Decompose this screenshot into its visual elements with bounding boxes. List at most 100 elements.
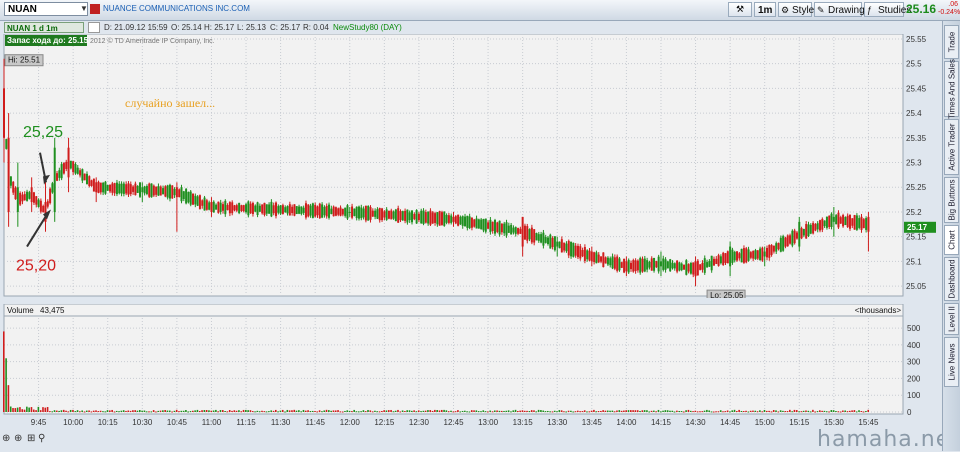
candle-body: [284, 207, 287, 213]
volume-bar: [655, 411, 657, 413]
candle-body: [120, 183, 123, 194]
candle-body: [595, 252, 598, 264]
volume-bar: [484, 411, 487, 413]
volume-bar: [323, 410, 326, 412]
volume-bar: [295, 410, 298, 412]
candle: [786, 234, 789, 247]
candle-body: [424, 212, 427, 223]
volume-bar: [742, 411, 745, 413]
y-tick-label: 25.3: [906, 159, 922, 168]
sidebar-tab-level-ii[interactable]: Level II: [944, 303, 959, 335]
candle-body: [224, 200, 227, 215]
volume-bar: [434, 409, 436, 412]
candle-body: [136, 186, 139, 193]
candle-body: [858, 218, 861, 228]
candle-body: [800, 228, 803, 239]
volume-bar: [477, 411, 480, 413]
volume-bar: [507, 410, 510, 412]
volume-bar: [738, 409, 740, 412]
sidebar-tab-active-trader[interactable]: Active Trader: [944, 119, 959, 175]
price-chart[interactable]: 25.55 25.5 25.45 25.4 25.35 25.3 25.25 25.2 25.1…: [0, 34, 942, 298]
candle-body: [653, 257, 656, 271]
price-change: .06 -0.24%: [938, 1, 960, 17]
sidebar-tab-times-and-sales[interactable]: Times And Sales: [944, 59, 959, 119]
zoom-fit-icon[interactable]: ⊞: [27, 433, 35, 444]
candle-body: [390, 210, 393, 220]
volume-bar: [740, 410, 743, 412]
symbol-dropdown-icon[interactable]: ▼: [80, 4, 88, 14]
volume-bar: [747, 411, 750, 413]
candle-body: [842, 215, 845, 227]
volume-chart[interactable]: Volume 43,475 <thousands> 500 400 300 200 100 0: [0, 304, 942, 416]
volume-bar: [125, 410, 127, 412]
candle-body: [129, 184, 132, 195]
candle-body: [212, 201, 215, 213]
candle-body: [143, 186, 146, 194]
symbol-input[interactable]: NUAN: [4, 2, 88, 16]
style-button[interactable]: ⚙ Style: [778, 2, 814, 17]
candle: [779, 235, 782, 253]
volume-bar: [461, 410, 464, 412]
volume-bar: [328, 410, 330, 412]
candle-body: [92, 178, 95, 192]
sidebar-tab-big-buttons[interactable]: Big Buttons: [944, 177, 959, 223]
volume-bar: [49, 411, 51, 413]
volume-bar: [593, 409, 595, 412]
candle: [655, 260, 658, 269]
zoom-in-icon[interactable]: ⊕: [2, 433, 10, 444]
info-toggle-icon[interactable]: [88, 22, 100, 33]
company-name[interactable]: NUANCE COMMUNICATIONS INC.COM: [103, 4, 250, 13]
volume-bar: [279, 410, 282, 412]
volume-bar: [835, 411, 837, 413]
volume-bar: [194, 410, 196, 412]
candle-body: [334, 207, 337, 216]
timeframe-button[interactable]: 1m: [754, 2, 776, 17]
volume-bar: [807, 410, 810, 412]
candle: [106, 184, 109, 191]
volume-bar: [761, 411, 763, 413]
candle-body: [563, 242, 566, 251]
candle-body: [413, 213, 416, 220]
link-tools-icon[interactable]: ⚒: [728, 2, 752, 17]
magnifier-icon[interactable]: ⚲: [38, 433, 45, 444]
drawings-button[interactable]: ✎ Drawings: [814, 2, 870, 17]
candle: [493, 218, 496, 236]
sidebar-tab-dashboard[interactable]: Dashboard: [944, 257, 959, 301]
volume-bar: [314, 410, 316, 412]
candle: [523, 223, 526, 241]
candle: [567, 239, 570, 259]
candle: [736, 251, 739, 262]
volume-bar: [457, 410, 459, 412]
sidebar-tab-chart[interactable]: Chart: [944, 225, 959, 255]
candle: [602, 252, 605, 268]
volume-bar: [830, 410, 833, 412]
candle: [445, 213, 448, 225]
candle-body: [99, 182, 102, 193]
candle-body: [798, 221, 801, 247]
candle-body: [279, 205, 282, 214]
studies-button[interactable]: ƒ Studies: [864, 2, 911, 17]
candle-body: [747, 249, 750, 261]
volume-bar: [79, 411, 81, 413]
candle-body: [625, 261, 628, 272]
volume-bar: [659, 411, 662, 413]
chart-title[interactable]: NUAN 1 d 1m [NASDAQ]: [4, 22, 84, 44]
volume-bar: [298, 410, 300, 412]
volume-bar: [855, 411, 858, 413]
sidebar-tab-live-news[interactable]: Live News: [944, 337, 959, 387]
volume-bar: [537, 409, 540, 412]
volume-bar: [113, 411, 116, 413]
candle: [457, 214, 460, 227]
candle: [422, 208, 425, 226]
candle: [14, 186, 17, 200]
candle-body: [717, 255, 720, 266]
study-label[interactable]: NewStudy80 (DAY): [333, 21, 402, 34]
candle-body: [475, 218, 478, 229]
candle-body: [440, 212, 443, 225]
sidebar-tab-trade[interactable]: Trade: [944, 25, 959, 59]
zoom-out-icon[interactable]: ⊕: [14, 433, 22, 444]
candle-body: [505, 222, 508, 236]
candle-body: [344, 207, 347, 216]
candle-body: [245, 204, 248, 213]
volume-bar: [263, 411, 266, 413]
